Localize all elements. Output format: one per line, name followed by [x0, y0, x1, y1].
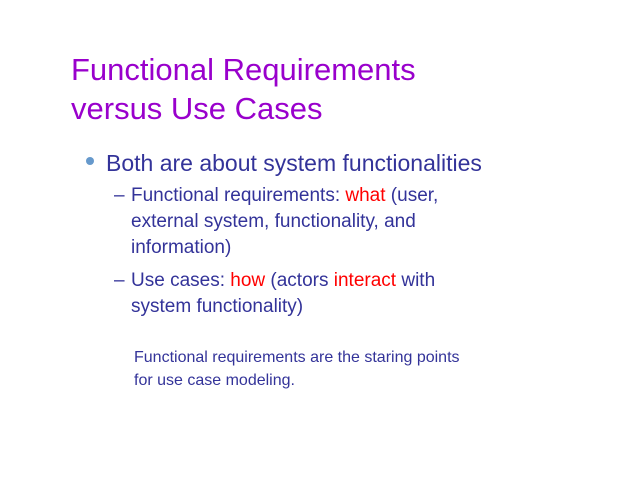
bullet-text: Both are about system functionalities [106, 150, 482, 176]
dash-icon: – [114, 270, 125, 291]
highlight-how: how [230, 270, 266, 291]
text-run: Use cases: [131, 270, 231, 291]
slide: Functional Requirements versus Use Cases… [0, 0, 620, 478]
sub-bullet-text: Use cases: how (actors interact with sys… [131, 268, 435, 320]
sub-bullet-line: Functional requirements: what (user, [131, 183, 438, 209]
sub-bullet-text: Functional requirements: what (user, ext… [131, 183, 438, 261]
slide-note: Functional requirements are the staring … [134, 346, 594, 392]
slide-title-line-1: Functional Requirements [71, 52, 416, 87]
dash-icon: – [114, 185, 125, 206]
sub-bullet-line: system functionality) [131, 296, 304, 317]
sub-bullet-line: Use cases: how (actors interact with [131, 268, 435, 294]
note-line: for use case modeling. [134, 372, 295, 389]
sub-bullet-line: external system, functionality, and [131, 211, 416, 232]
text-run: with [396, 270, 436, 291]
slide-title-line-2: versus Use Cases [71, 91, 323, 126]
highlight-interact: interact [333, 270, 397, 291]
text-run: (user, [385, 185, 439, 206]
highlight-what: what [345, 185, 386, 206]
note-line: Functional requirements are the staring … [134, 349, 460, 366]
sub-bullet-line: information) [131, 237, 232, 258]
text-run: Functional requirements: [131, 185, 346, 206]
text-run: (actors [265, 270, 334, 291]
slide-title: Functional Requirements versus Use Cases [71, 50, 591, 128]
bullet-dot-icon [86, 157, 94, 165]
